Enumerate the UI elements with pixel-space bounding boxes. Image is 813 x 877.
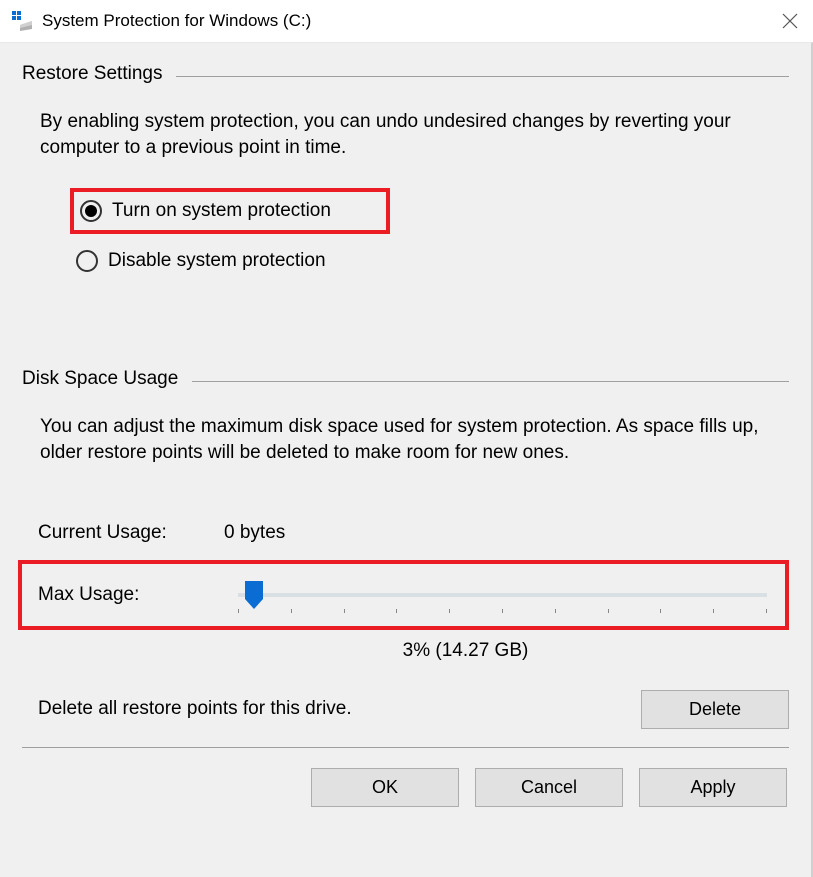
restore-section-header: Restore Settings: [22, 63, 789, 85]
disk-section-header: Disk Space Usage: [22, 368, 789, 390]
system-protection-icon: [12, 11, 32, 31]
delete-description: Delete all restore points for this drive…: [38, 698, 641, 720]
max-usage-value: 3% (14.27 GB): [142, 640, 789, 662]
current-usage-label: Current Usage:: [38, 522, 224, 544]
radio-icon: [80, 200, 102, 222]
radio-disable-label: Disable system protection: [108, 250, 326, 272]
disk-description: You can adjust the maximum disk space us…: [40, 414, 775, 465]
current-usage-value: 0 bytes: [224, 522, 789, 544]
titlebar-title: System Protection for Windows (C:): [42, 11, 779, 31]
close-button[interactable]: [779, 10, 801, 32]
footer-buttons: OK Cancel Apply: [22, 768, 789, 807]
section-divider: [176, 76, 789, 77]
apply-button[interactable]: Apply: [639, 768, 787, 807]
dialog-body: Restore Settings By enabling system prot…: [0, 42, 813, 877]
radio-turn-on[interactable]: Turn on system protection: [70, 188, 390, 234]
radio-icon: [76, 250, 98, 272]
titlebar: System Protection for Windows (C:): [0, 0, 813, 42]
current-usage-row: Current Usage: 0 bytes: [38, 522, 789, 544]
restore-section-title: Restore Settings: [22, 63, 176, 85]
slider-ticks: [238, 609, 767, 615]
section-divider: [192, 381, 789, 382]
radio-disable[interactable]: Disable system protection: [70, 242, 789, 280]
restore-description: By enabling system protection, you can u…: [40, 109, 775, 160]
protection-radio-group: Turn on system protection Disable system…: [70, 188, 789, 280]
footer-divider: [22, 747, 789, 748]
cancel-button[interactable]: Cancel: [475, 768, 623, 807]
radio-turn-on-label: Turn on system protection: [112, 200, 331, 222]
delete-row: Delete all restore points for this drive…: [38, 690, 789, 729]
max-usage-slider[interactable]: [238, 593, 767, 597]
disk-section-title: Disk Space Usage: [22, 368, 192, 390]
delete-button[interactable]: Delete: [641, 690, 789, 729]
slider-thumb-icon: [245, 581, 263, 609]
ok-button[interactable]: OK: [311, 768, 459, 807]
max-usage-label: Max Usage:: [38, 584, 238, 606]
max-usage-highlight: Max Usage:: [18, 560, 789, 630]
